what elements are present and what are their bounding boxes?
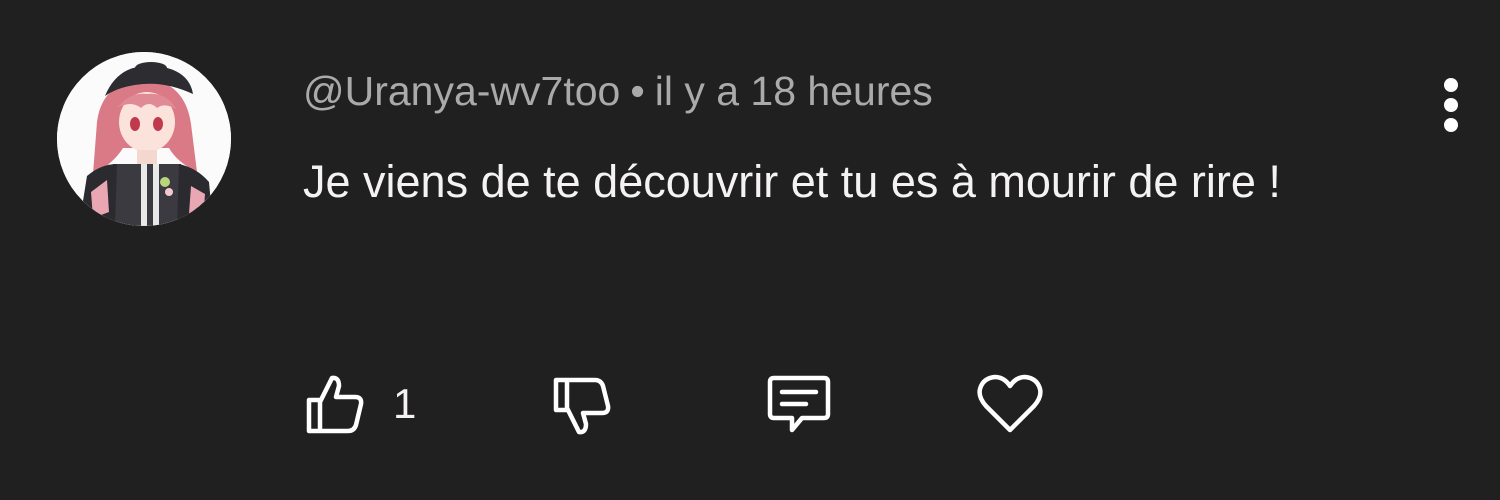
more-options-button[interactable] bbox=[1426, 72, 1476, 136]
separator-dot: • bbox=[630, 68, 645, 114]
heart-icon bbox=[977, 374, 1043, 433]
comment-item: @Uranya-wv7too • il y a 18 heures Je viens… bbox=[0, 0, 1500, 500]
like-button[interactable]: 1 bbox=[305, 366, 416, 442]
author-name[interactable]: @Uranya-wv7too bbox=[303, 68, 620, 114]
comment-reply-icon bbox=[767, 375, 831, 433]
dislike-button[interactable] bbox=[552, 366, 612, 442]
comment-actions: 1 bbox=[0, 366, 1500, 442]
comment-text: Je viens de te découvrir et tu es à mour… bbox=[303, 156, 1281, 207]
comment-timestamp[interactable]: il y a 18 heures bbox=[655, 68, 933, 114]
reply-button[interactable] bbox=[766, 366, 832, 442]
thumb-down-icon bbox=[553, 377, 611, 435]
avatar-image bbox=[57, 52, 231, 226]
avatar[interactable] bbox=[57, 52, 231, 226]
heart-button[interactable] bbox=[976, 366, 1044, 442]
like-count: 1 bbox=[393, 380, 417, 427]
comment-header: @Uranya-wv7too • il y a 18 heures bbox=[303, 64, 933, 118]
thumb-up-icon bbox=[306, 375, 364, 434]
